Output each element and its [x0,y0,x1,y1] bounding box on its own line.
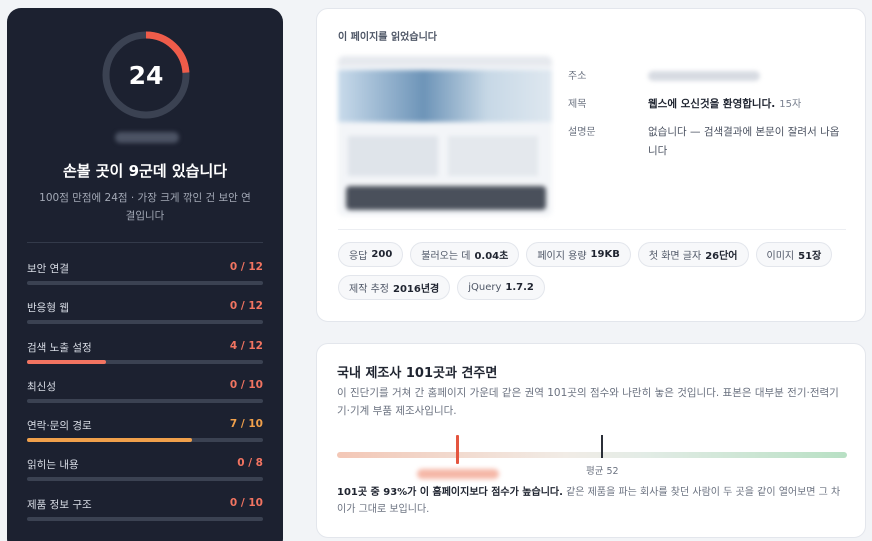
metric-track [27,398,263,403]
stat-chips: 응답 200 불러오는 데 0.04초 페이지 용량 19KB 첫 화면 글자 26단어 이미지… [338,242,848,300]
metric-value: 0 / 12 [229,300,263,313]
metric-label: 검색 노출 설정 [27,341,92,354]
this-site-label-redacted [417,469,499,479]
metric-value: 0 / 8 [237,457,263,470]
metric-track [27,320,263,325]
stat-chip: 제작 추정 2016년경 [338,275,451,300]
metric-value: 4 / 12 [229,339,263,352]
chip-key: jQuery [468,282,502,293]
summary-subtitle: 100점 만점에 24점 · 가장 크게 깎인 건 보안 연결입니다 [39,192,251,222]
stat-chip: jQuery 1.7.2 [457,275,545,300]
title-char-count: 15자 [779,99,802,110]
metric-row: 연락·문의 경로 7 / 10 [27,418,263,457]
metric-row: 보안 연결 0 / 12 [27,261,263,300]
chip-key: 페이지 용량 [537,251,587,262]
distribution-bar [337,452,847,458]
meta-description: 설명문 없습니다 — 검색결과에 본문이 잘려서 나옵니다 [568,123,848,163]
metric-value: 0 / 12 [229,261,263,273]
metric-label: 최신성 [27,380,56,393]
site-name-redacted [115,132,179,143]
title-value: 웹스에 오신것을 환영합니다. [648,98,776,110]
metric-value: 0 / 10 [229,378,263,391]
url-redacted [648,71,760,81]
page-meta: 주소 제목 웹스에 오신것을 환영합니다. 15자 설명문 없습니다 — 검색결과… [568,67,848,163]
stat-chip: 페이지 용량 19KB [526,242,631,267]
chip-key: 제작 추정 [349,284,389,295]
stat-chip: 이미지 51장 [755,242,833,267]
chip-key: 이미지 [766,251,795,262]
stat-chip: 응답 200 [338,242,404,267]
metric-track [27,477,263,482]
page-read-card: 이 페이지를 읽었습니다 주소 제목 웹스에 오신것을 환영합니다. 15자 설명… [316,8,866,322]
score-panel: 24 손볼 곳이 9군데 있습니다 100점 만점에 24점 · 가장 크게 깎… [7,8,283,541]
metric-list: 보안 연결 0 / 12 반응형 웹 0 / 12 검색 노출 설정 4 / 12 최신성 0… [27,261,263,536]
metric-row: 읽히는 내용 0 / 8 [27,457,263,496]
metric-label: 보안 연결 [27,263,69,275]
divider [27,242,263,243]
meta-address: 주소 [568,67,848,95]
metric-fill [27,438,193,443]
divider [338,229,846,230]
metric-track [27,516,263,521]
comparison-card: 국내 제조사 101곳과 견주면 이 진단기를 거쳐 간 홈페이지 가운데 같은… [316,343,866,538]
meta-title: 제목 웹스에 오신것을 환영합니다. 15자 [568,95,848,123]
card-heading: 이 페이지를 읽었습니다 [338,32,437,43]
comparison-title: 국내 제조사 101곳과 견주면 [337,366,498,381]
score-value: 24 [128,60,164,90]
average-marker [601,435,603,458]
footer-emphasis: 101곳 중 93%가 이 홈페이지보다 점수가 높습니다. [337,487,563,498]
average-label: 평균 52 [586,466,619,477]
address-label: 주소 [568,71,587,82]
chip-value: 0.04초 [474,251,509,262]
metric-label: 연락·문의 경로 [27,420,92,433]
stat-chip: 첫 화면 글자 26단어 [637,242,749,267]
summary-headline: 손볼 곳이 9군데 있습니다 [62,162,228,180]
metric-track [27,281,263,285]
chip-key: 응답 [349,251,368,262]
metric-row: 제품 정보 구조 0 / 10 [27,497,263,536]
chip-value: 1.7.2 [505,282,534,293]
metric-fill [27,359,106,364]
metric-row: 최신성 0 / 10 [27,379,263,418]
description-label: 설명문 [568,127,596,138]
metric-row: 반응형 웹 0 / 12 [27,300,263,339]
description-value: 없습니다 — 검색결과에 본문이 잘려서 나옵니다 [648,126,840,157]
chip-value: 51장 [798,251,822,262]
title-label: 제목 [568,99,587,110]
metric-track [27,359,263,364]
chip-value: 26단어 [705,251,738,262]
chip-key: 불러오는 데 [421,251,471,262]
chip-value: 2016년경 [392,284,440,295]
metric-label: 읽히는 내용 [27,459,79,472]
metric-track [27,438,263,443]
chip-value: 19KB [590,249,620,260]
page-screenshot-thumbnail [338,56,552,216]
metric-label: 제품 정보 구조 [27,498,92,511]
comparison-description: 이 진단기를 거쳐 간 홈페이지 가운데 같은 권역 101곳의 점수와 나란히… [337,387,839,417]
chip-value: 200 [371,249,393,260]
comparison-footer: 101곳 중 93%가 이 홈페이지보다 점수가 높습니다. 같은 제품을 파는… [337,484,849,518]
this-site-marker [456,435,459,464]
chip-key: 첫 화면 글자 [648,251,702,262]
metric-label: 반응형 웹 [27,302,69,315]
metric-row: 검색 노출 설정 4 / 12 [27,340,263,379]
metric-value: 0 / 10 [229,496,263,509]
stat-chip: 불러오는 데 0.04초 [410,242,520,267]
metric-value: 7 / 10 [229,418,263,431]
